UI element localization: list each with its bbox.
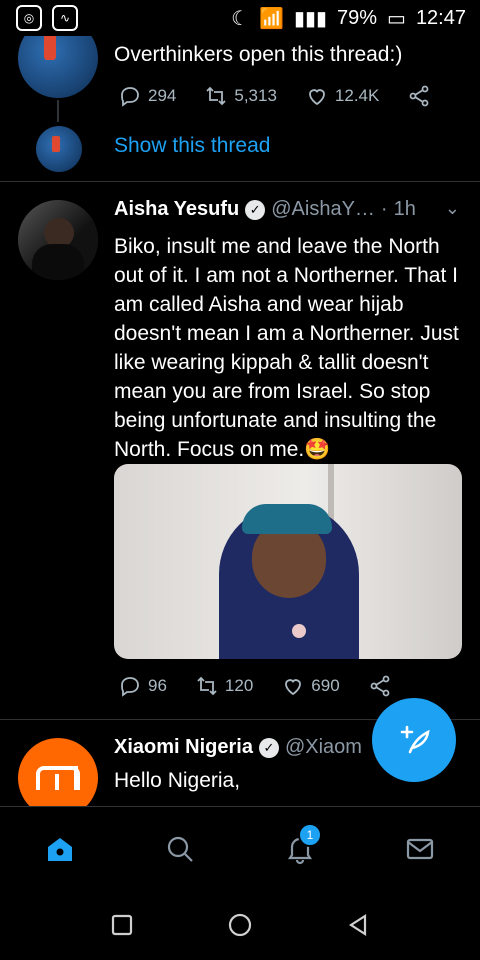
author-name[interactable]: Xiaomi Nigeria <box>114 736 253 759</box>
like-button[interactable]: 12.4K <box>305 84 379 108</box>
share-icon <box>409 85 429 107</box>
like-button[interactable]: 690 <box>281 674 340 698</box>
reply-count: 294 <box>148 86 177 105</box>
author-handle[interactable]: @Xiaom <box>285 736 362 759</box>
retweet-icon <box>206 86 227 106</box>
recents-square-icon[interactable] <box>109 912 135 938</box>
tweet-actions: 96 120 690 <box>118 674 418 698</box>
tweet[interactable]: Aisha Yesufu ✓ @AishaY… · 1h ⌄ Biko, ins… <box>0 182 480 720</box>
clock: 12:47 <box>415 6 466 29</box>
avatar-small[interactable] <box>36 126 82 172</box>
reply-button[interactable]: 294 <box>118 84 176 108</box>
author-handle[interactable]: @AishaY… <box>271 198 375 221</box>
author-name[interactable]: Aisha Yesufu <box>114 198 239 221</box>
reply-icon <box>121 87 139 107</box>
thread-line <box>57 100 59 122</box>
android-navigation-bar <box>0 890 480 960</box>
home-icon <box>48 838 72 861</box>
avatar[interactable] <box>18 200 98 280</box>
tweet-image[interactable] <box>114 464 462 659</box>
tweet-actions: 294 5,313 12.4K <box>118 84 429 108</box>
verified-badge-icon: ✓ <box>245 199 266 220</box>
share-button[interactable] <box>368 674 392 698</box>
heart-icon <box>285 679 302 696</box>
notification-badge: 1 <box>298 823 322 847</box>
bottom-navigation: 1 <box>0 806 480 891</box>
reply-icon <box>121 677 139 697</box>
like-count: 690 <box>311 676 340 695</box>
reply-button[interactable]: 96 <box>118 674 167 698</box>
back-triangle-icon[interactable] <box>345 912 371 938</box>
battery-icon: ▭ <box>387 7 406 30</box>
share-button[interactable] <box>407 84 431 108</box>
heart-icon <box>309 89 325 106</box>
tweet-text: Biko, insult me and leave the North out … <box>114 235 459 461</box>
retweet-count: 5,313 <box>234 86 277 105</box>
like-count: 12.4K <box>334 86 380 105</box>
moon-icon: ☾ <box>231 7 250 30</box>
feather-plus-icon <box>400 725 430 754</box>
chevron-down-icon[interactable]: ⌄ <box>445 198 460 219</box>
xiaomi-logo-avatar[interactable] <box>18 738 98 806</box>
notifications-tab[interactable]: 1 <box>280 823 322 869</box>
show-thread-link[interactable]: Show this thread <box>114 134 270 158</box>
home-tab[interactable] <box>40 829 80 869</box>
tweet[interactable]: Overthinkers open this thread:) 294 5,31… <box>0 36 480 182</box>
compose-tweet-button[interactable] <box>372 698 456 782</box>
status-bar: ◎ ∿ ☾ 📶 ▮▮▮ 79% ▭ 12:47 <box>0 0 480 36</box>
separator-dot: · <box>380 198 388 220</box>
tweet-header: Xiaomi Nigeria ✓ @Xiaom <box>114 736 362 759</box>
retweet-button[interactable]: 5,313 <box>204 84 277 108</box>
verified-badge-icon: ✓ <box>258 737 279 758</box>
home-circle-icon[interactable] <box>227 912 253 938</box>
messages-tab[interactable] <box>400 829 440 869</box>
tweet-header: Aisha Yesufu ✓ @AishaY… · 1h <box>114 198 416 221</box>
share-icon <box>370 675 390 697</box>
mail-icon <box>406 838 434 860</box>
retweet-count: 120 <box>224 676 254 695</box>
battery-percent: 79% <box>337 6 378 29</box>
instagram-icon: ◎ <box>16 5 42 31</box>
timeline[interactable]: Overthinkers open this thread:) 294 5,31… <box>0 36 480 806</box>
search-icon <box>167 836 193 862</box>
wifi-icon: 📶 <box>259 7 284 30</box>
retweet-button[interactable]: 120 <box>195 674 253 698</box>
reply-count: 96 <box>148 676 167 695</box>
tweet-time: 1h <box>393 198 416 220</box>
signal-icon: ▮▮▮ <box>293 7 327 30</box>
tweet-text: Overthinkers open this thread:) <box>114 43 403 66</box>
retweet-icon <box>197 676 217 696</box>
avatar[interactable] <box>18 36 98 98</box>
search-tab[interactable] <box>160 829 200 869</box>
activity-icon: ∿ <box>52 5 78 31</box>
